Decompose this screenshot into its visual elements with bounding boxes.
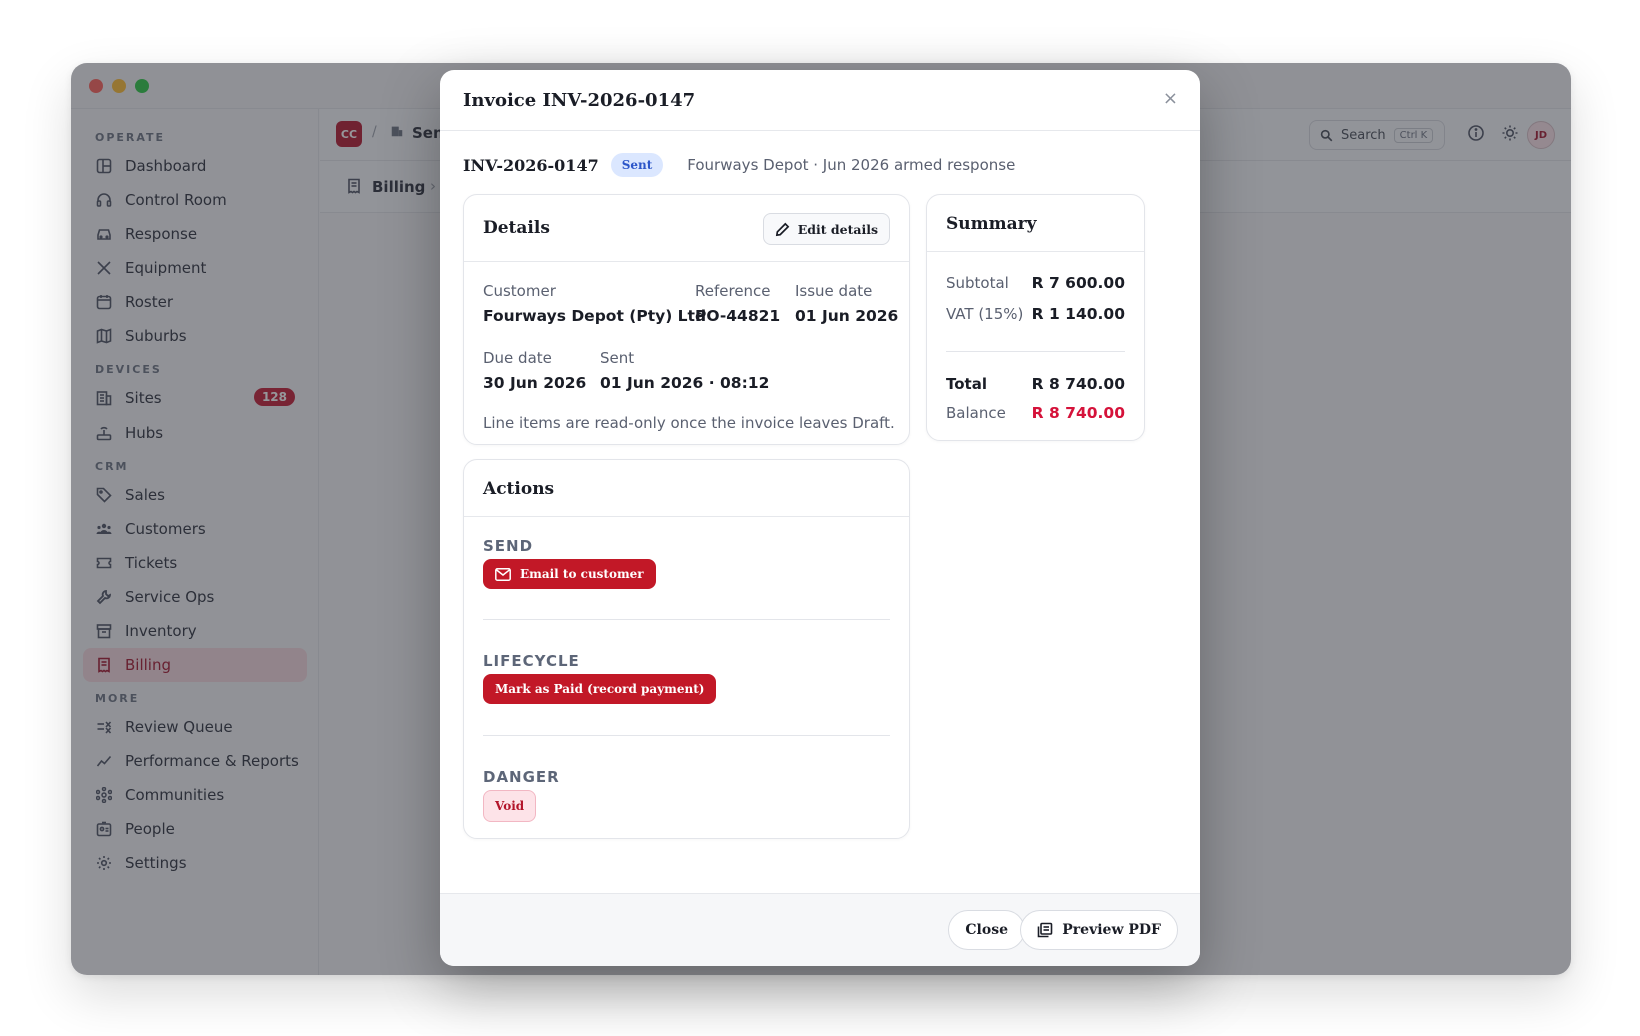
send-section-label: SEND (483, 537, 534, 555)
invoice-description: Fourways Depot · Jun 2026 armed response (687, 156, 1016, 174)
reference-label: Reference (695, 282, 771, 300)
subtotal-label: Subtotal (946, 274, 1009, 292)
void-button[interactable]: Void (483, 790, 537, 822)
modal-title: Invoice INV-2026-0147 (463, 90, 696, 111)
email-to-customer-button[interactable]: Email to customer (483, 559, 656, 589)
email-to-customer-label: Email to customer (520, 567, 644, 581)
mail-icon (495, 567, 511, 581)
sent-value: 01 Jun 2026 · 08:12 (600, 374, 770, 392)
actions-card-header: Actions (464, 460, 909, 517)
subtotal-value: R 7 600.00 (1031, 274, 1125, 292)
invoice-id: INV-2026-0147 (463, 155, 599, 175)
customer-label: Customer (483, 282, 556, 300)
pencil-icon (775, 222, 790, 236)
preview-pdf-button[interactable]: Preview PDF (1020, 910, 1178, 950)
invoice-heading: INV-2026-0147 Sent Fourways Depot · Jun … (463, 153, 1015, 177)
danger-section-label: DANGER (483, 768, 560, 786)
lifecycle-section-label: LIFECYCLE (483, 652, 580, 670)
summary-card: Summary Subtotal R 7 600.00 VAT (15%) R … (926, 194, 1145, 441)
issue-date-label: Issue date (795, 282, 873, 300)
details-card: Details Edit details Customer Fourways D… (463, 194, 910, 445)
invoice-modal: Invoice INV-2026-0147 × INV-2026-0147 Se… (440, 70, 1200, 966)
total-value: R 8 740.00 (1031, 375, 1125, 393)
reference-value: PO-44821 (695, 307, 781, 325)
total-label: Total (946, 375, 987, 393)
edit-details-button[interactable]: Edit details (762, 213, 890, 245)
details-title: Details (483, 218, 550, 238)
edit-details-label: Edit details (797, 221, 878, 237)
balance-label: Balance (946, 404, 1006, 422)
sent-label: Sent (600, 349, 635, 367)
pdf-preview-icon (1037, 922, 1053, 938)
mark-as-paid-button[interactable]: Mark as Paid (record payment) (483, 674, 717, 704)
vat-label: VAT (15%) (946, 305, 1024, 323)
due-date-label: Due date (483, 349, 552, 367)
close-button[interactable]: Close (948, 910, 1025, 950)
details-card-header: Details Edit details (464, 195, 909, 262)
status-badge: Sent (610, 153, 664, 177)
preview-pdf-label: Preview PDF (1062, 922, 1161, 938)
close-icon[interactable]: × (1163, 88, 1178, 109)
issue-date-value: 01 Jun 2026 (795, 307, 899, 325)
actions-divider (483, 735, 890, 736)
actions-divider (483, 619, 890, 620)
due-date-value: 30 Jun 2026 (483, 374, 587, 392)
actions-card: Actions SEND Email to customer LIFECYCLE… (463, 459, 910, 839)
balance-value: R 8 740.00 (1031, 404, 1125, 422)
actions-title: Actions (483, 479, 555, 499)
vat-value: R 1 140.00 (1031, 305, 1125, 323)
modal-header: Invoice INV-2026-0147 × (440, 70, 1200, 131)
summary-divider (946, 351, 1125, 352)
summary-title: Summary (946, 214, 1037, 234)
modal-footer: Close Preview PDF (440, 893, 1200, 966)
summary-card-header: Summary (927, 195, 1144, 252)
customer-value: Fourways Depot (Pty) Ltd (483, 307, 707, 325)
readonly-note: Line items are read-only once the invoic… (483, 414, 895, 432)
